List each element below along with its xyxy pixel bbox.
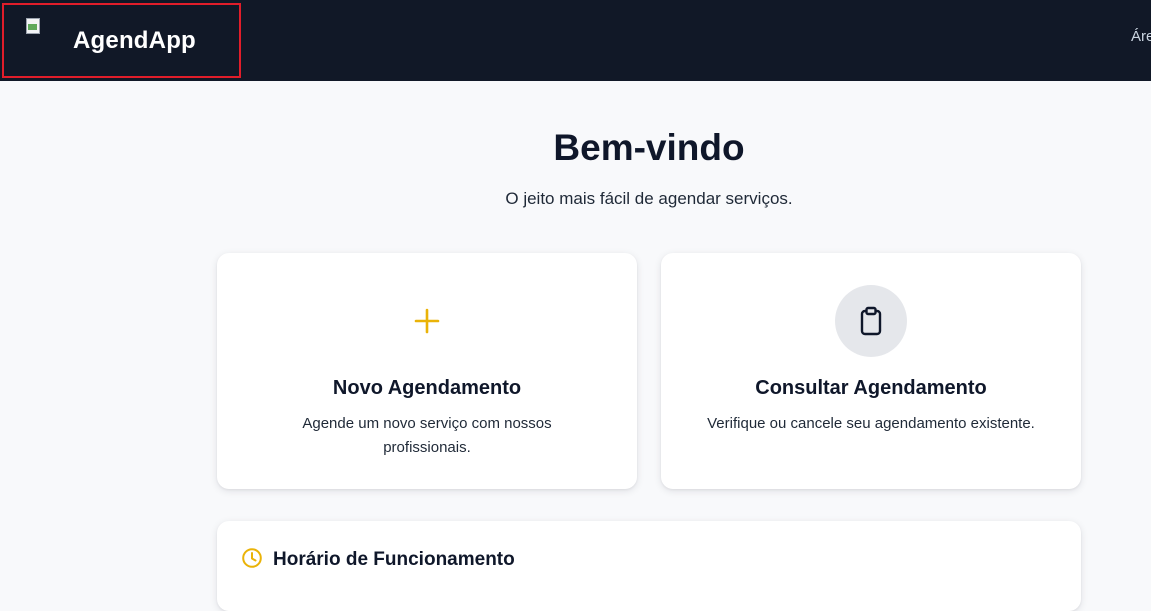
top-navbar: AgendApp Áre [0,0,1151,81]
page-subtitle: O jeito mais fácil de agendar serviços. [505,189,793,208]
new-appointment-description: Agende um novo serviço com nossos profis… [302,415,552,456]
plus-icon [414,308,440,334]
broken-image-icon [26,18,42,34]
business-hours-title: Horário de Funcionamento [273,549,515,570]
new-appointment-card[interactable]: Novo Agendamento Agende um novo serviço … [217,253,637,489]
plus-icon-wrapper [391,285,463,357]
page-title: Bem-vindo [553,127,745,168]
clock-icon [242,548,262,568]
lookup-appointment-title: Consultar Agendamento [755,377,987,399]
business-hours-card: Horário de Funcionamento [217,521,1081,611]
clipboard-icon-wrapper [835,285,907,357]
lookup-appointment-card[interactable]: Consultar Agendamento Verifique ou cance… [661,253,1081,489]
lookup-appointment-description: Verifique ou cancele seu agendamento exi… [707,415,1035,432]
brand-home-link[interactable]: AgendApp [2,3,241,78]
clipboard-icon [860,306,882,336]
nav-link-area[interactable]: Áre [1131,28,1151,45]
new-appointment-title: Novo Agendamento [332,377,522,399]
brand-name: AgendApp [73,27,196,54]
